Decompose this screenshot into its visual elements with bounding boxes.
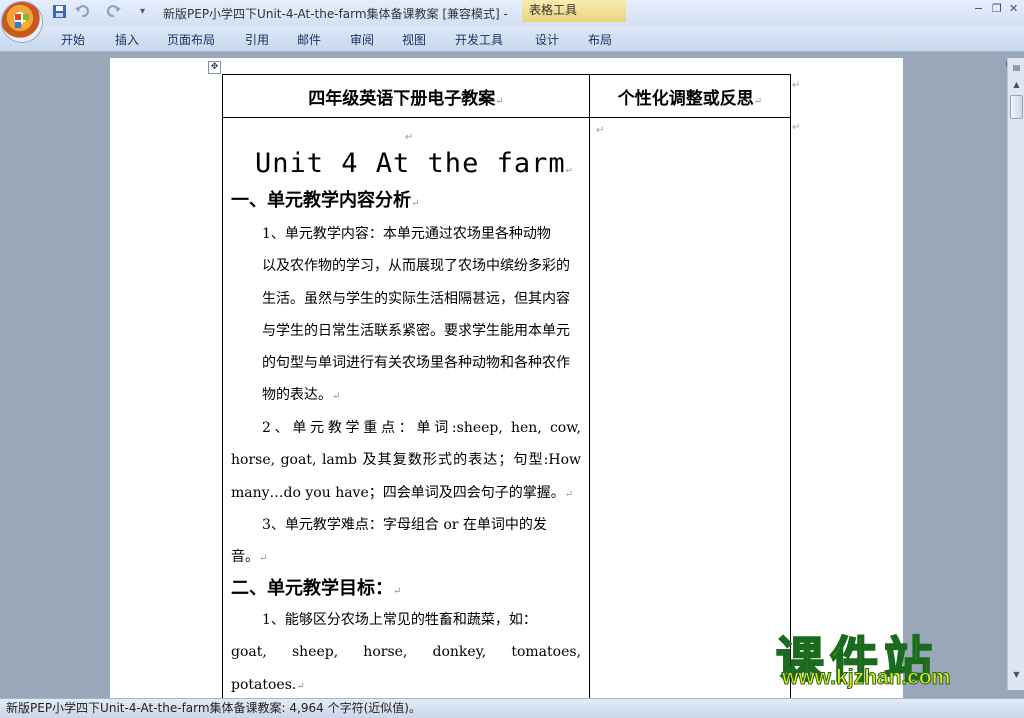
tab-mailings[interactable]: 邮件: [297, 31, 321, 48]
paragraph-key-points: 2、单元教学重点：单词:sheep, hen, cow, horse, goat…: [231, 420, 581, 501]
paragraph-mark: ↵: [596, 125, 605, 136]
tab-design[interactable]: 设计: [535, 31, 559, 48]
header-cell-reflection[interactable]: 个性化调整或反思↵: [589, 74, 791, 118]
unit-title: Unit 4 At the farm↵: [255, 148, 573, 179]
scroll-down-icon[interactable]: ▼: [1010, 668, 1023, 681]
tab-view[interactable]: 视图: [402, 31, 426, 48]
scroll-up-icon[interactable]: ▲: [1010, 78, 1023, 91]
office-button[interactable]: [2, 2, 42, 42]
restore-button[interactable]: ❐: [992, 2, 1002, 15]
paragraph-mark: ↵: [296, 680, 305, 692]
redo-icon[interactable]: [106, 4, 122, 19]
header-reflection-title: 个性化调整或反思: [617, 88, 754, 109]
header-lesson-title: 四年级英语下册电子教案: [308, 88, 496, 109]
qat-customize-icon[interactable]: ▾: [140, 6, 145, 17]
title-bar: ▾ 新版PEP小学四下Unit-4-At-the-farm集体备课教案 [兼容模…: [0, 0, 1024, 42]
paragraph-objective-1: 1、能够区分农场上常见的牲畜和蔬菜，如： goat, sheep, horse,…: [231, 612, 581, 693]
undo-icon[interactable]: [74, 4, 90, 19]
section-heading-analysis: 一、单元教学内容分析↵: [231, 190, 420, 211]
paragraph-mark: ↵: [259, 553, 268, 565]
paragraph-mark: ↵: [411, 198, 420, 209]
header-cell-lesson[interactable]: 四年级英语下册电子教案↵: [222, 74, 590, 118]
row-end-mark: ↵: [792, 122, 801, 133]
paragraph-mark: ↵: [495, 95, 504, 107]
table-tools-label: 表格工具: [522, 0, 626, 22]
vertical-scrollbar[interactable]: ▤ ▲ ▼: [1007, 58, 1024, 690]
tab-layout[interactable]: 布局: [588, 31, 612, 48]
ruler-toggle-icon[interactable]: ▤: [1010, 61, 1023, 74]
tab-home[interactable]: 开始: [61, 31, 85, 48]
ribbon-tabs: 开始 插入 页面布局 引用 邮件 审阅 视图 开发工具 设计 布局 ?: [0, 26, 1024, 77]
row-end-mark: ↵: [792, 80, 801, 91]
table-move-handle-icon[interactable]: ✥: [208, 61, 221, 74]
tab-developer[interactable]: 开发工具: [455, 31, 503, 48]
paragraph-mark: ↵: [564, 488, 574, 500]
document-title: 新版PEP小学四下Unit-4-At-the-farm集体备课教案 [兼容模式]…: [163, 7, 508, 21]
paragraph-content-analysis: 1、单元教学内容：本单元通过农场里各种动物 以及农作物的学习，从而展现了农场中缤…: [262, 226, 570, 404]
minimize-button[interactable]: −: [974, 2, 983, 15]
paragraph-mark: ↵: [565, 164, 573, 175]
watermark-url: www.kjzhan.com: [781, 666, 951, 690]
section-heading-objectives: 二、单元教学目标：↵: [231, 578, 402, 599]
paragraph-mark: ↵: [405, 132, 414, 143]
tab-references[interactable]: 引用: [245, 31, 269, 48]
office-logo-icon: [15, 14, 29, 28]
lesson-plan-table: 四年级英语下册电子教案↵ 个性化调整或反思↵ ↵ Unit 4 At the f…: [222, 74, 791, 700]
close-button[interactable]: ✕: [1009, 2, 1018, 15]
scroll-thumb[interactable]: [1010, 95, 1023, 119]
status-text: 新版PEP小学四下Unit-4-At-the-farm集体备课教案: 4,964…: [6, 701, 421, 715]
paragraph-difficulties: 3、单元教学难点：字母组合 or 在单词中的发 音。↵: [231, 517, 547, 566]
tab-review[interactable]: 审阅: [350, 31, 374, 48]
watermark-logo: 课件站 www.kjzhan.com: [770, 620, 1010, 690]
tab-insert[interactable]: 插入: [115, 31, 139, 48]
tab-page-layout[interactable]: 页面布局: [167, 31, 215, 48]
save-icon[interactable]: [52, 4, 67, 19]
paragraph-mark: ↵: [332, 391, 341, 403]
paragraph-mark: ↵: [393, 586, 402, 597]
reflection-cell[interactable]: ↵: [589, 117, 791, 700]
paragraph-mark: ↵: [753, 95, 763, 107]
content-cell[interactable]: ↵ Unit 4 At the farm↵ 一、单元教学内容分析↵ 1、单元教学…: [222, 117, 590, 700]
status-bar: 新版PEP小学四下Unit-4-At-the-farm集体备课教案: 4,964…: [0, 698, 1024, 718]
